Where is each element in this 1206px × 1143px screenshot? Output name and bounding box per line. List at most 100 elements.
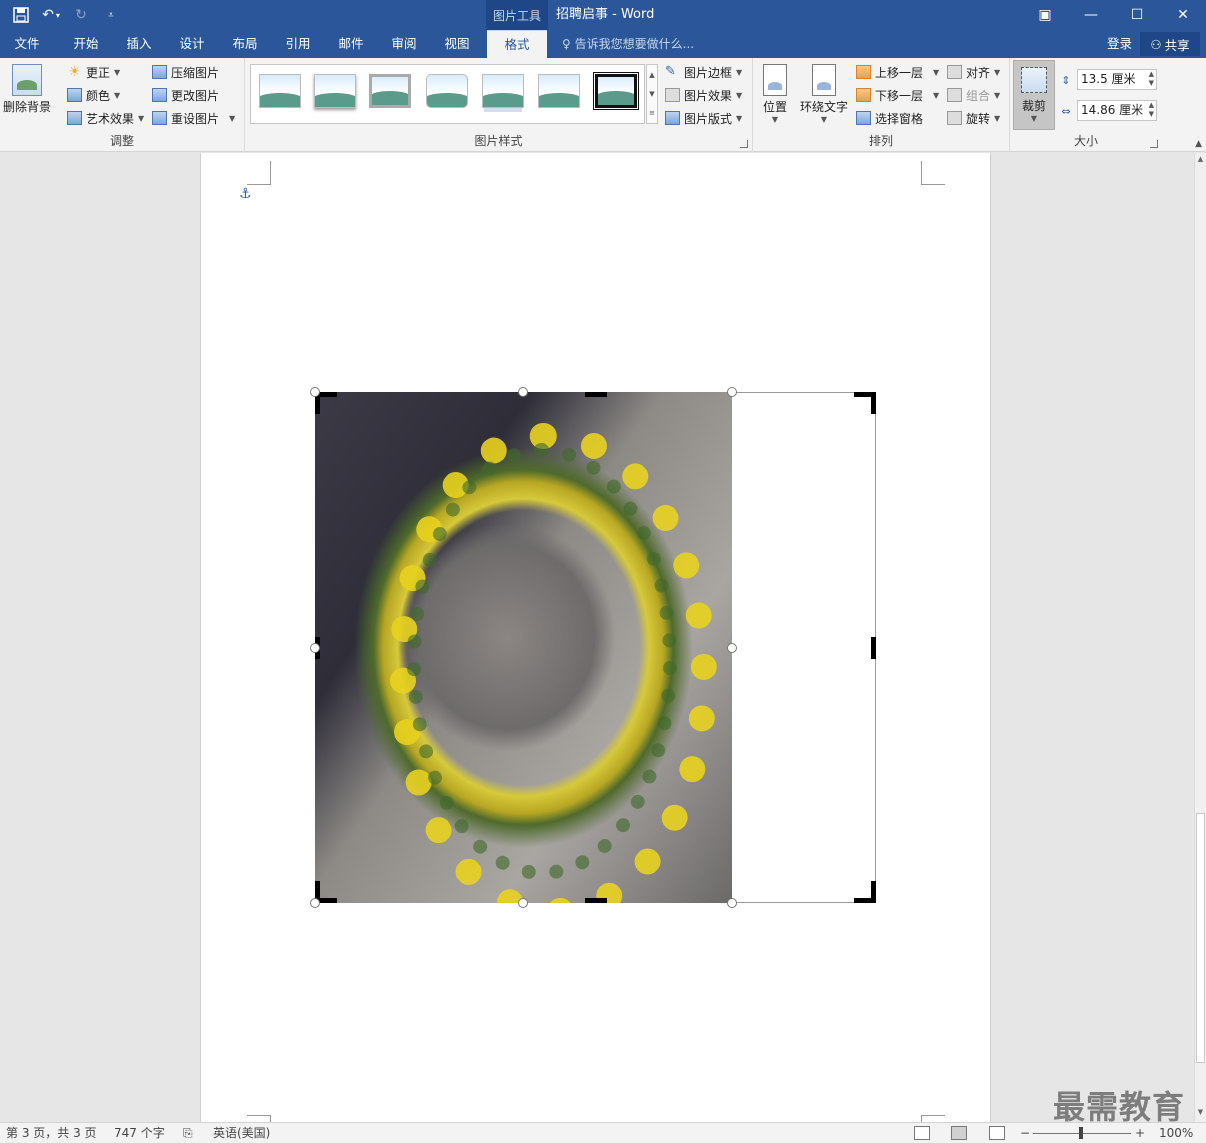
crop-handle-right[interactable] — [871, 637, 876, 659]
tab-home[interactable]: 开始 — [60, 30, 112, 58]
crop-handle-bottom-right[interactable] — [871, 881, 876, 903]
style-thumbnail[interactable] — [369, 74, 411, 108]
artistic-effects-button[interactable]: 艺术效果 ▼ — [67, 108, 144, 128]
style-thumbnail[interactable] — [593, 72, 639, 110]
zoom-slider-knob[interactable] — [1079, 1127, 1083, 1139]
chevron-down-icon: ▼ — [933, 90, 940, 100]
bring-forward-label: 上移一层 — [875, 65, 924, 80]
wrap-text-button[interactable]: 环绕文字 ▼ — [800, 64, 848, 124]
width-field[interactable]: 14.86 厘米 ▲ ▼ — [1077, 100, 1157, 121]
crop-handle-bottom[interactable] — [585, 898, 607, 903]
rotate-button[interactable]: 旋转 ▼ — [947, 108, 1000, 128]
scroll-up-icon[interactable]: ▲ — [1195, 155, 1206, 167]
reset-picture-button[interactable]: 重设图片 ▼ — [152, 108, 235, 128]
size-dialog-launcher-icon[interactable] — [1150, 140, 1158, 148]
chevron-down-icon: ▼ — [771, 115, 779, 124]
share-button[interactable]: ⚇ 共享 — [1140, 32, 1200, 56]
style-thumbnail[interactable] — [314, 74, 356, 108]
style-thumbnail[interactable] — [259, 74, 301, 108]
scroll-thumb[interactable] — [1196, 813, 1205, 1063]
change-picture-button[interactable]: 更改图片 — [152, 85, 219, 105]
position-icon — [763, 64, 787, 96]
spinner-arrows-icon[interactable]: ▲ ▼ — [1149, 70, 1154, 88]
tab-design[interactable]: 设计 — [167, 30, 217, 58]
height-field[interactable]: 13.5 厘米 ▲ ▼ — [1077, 69, 1157, 90]
position-button[interactable]: 位置 ▼ — [763, 64, 787, 124]
styles-dialog-launcher-icon[interactable] — [740, 140, 748, 148]
save-icon[interactable] — [8, 4, 34, 26]
minimize-icon[interactable]: — — [1068, 0, 1114, 30]
align-button[interactable]: 对齐 ▼ — [947, 62, 1000, 82]
redo-icon[interactable]: ↻ — [68, 4, 94, 26]
vertical-scrollbar[interactable]: ▲ ▼ — [1194, 153, 1206, 1122]
picture-effects-label: 图片效果 — [684, 88, 733, 103]
resize-handle[interactable] — [727, 643, 737, 653]
word-count[interactable]: 747 个字 — [114, 1123, 165, 1143]
corrections-button[interactable]: ☀ 更正 ▼ — [67, 62, 120, 82]
maximize-icon[interactable]: ☐ — [1114, 0, 1160, 30]
color-button[interactable]: 颜色 ▼ — [67, 85, 120, 105]
web-layout-icon[interactable] — [989, 1126, 1005, 1140]
selection-pane-button[interactable]: 选择窗格 — [856, 108, 923, 128]
print-layout-icon[interactable] — [951, 1126, 967, 1140]
tab-review[interactable]: 审阅 — [379, 30, 429, 58]
proofing-icon[interactable]: ⎘ — [183, 1123, 193, 1143]
zoom-out-button[interactable]: − — [1020, 1123, 1030, 1143]
resize-handle[interactable] — [518, 387, 528, 397]
resize-handle[interactable] — [310, 387, 320, 397]
crop-button[interactable]: 裁剪 ▼ — [1013, 60, 1055, 130]
picture-border-button[interactable]: ✎ 图片边框 ▼ — [665, 62, 742, 82]
remove-background-label: 删除背景 — [3, 100, 52, 114]
scroll-down-icon[interactable]: ▼ — [1195, 1108, 1206, 1120]
language-indicator[interactable]: 英语(美国) — [213, 1123, 270, 1143]
resize-handle[interactable] — [727, 387, 737, 397]
chevron-down-icon[interactable]: ▼ — [649, 90, 654, 98]
gallery-scroll[interactable]: ▲ ▼ ≡ — [646, 64, 658, 124]
undo-icon[interactable]: ↶ ▾ — [38, 4, 64, 26]
title-bar: ↶ ▾ ↻ ⩡ 图片工具 招聘启事 - Word ▣ — ☐ ✕ — [0, 0, 1206, 30]
tab-format[interactable]: 格式 — [487, 30, 547, 58]
chevron-down-icon: ▼ — [736, 90, 743, 100]
document-workspace[interactable]: ⚓ — [0, 153, 1194, 1122]
ribbon-display-options-icon[interactable]: ▣ — [1022, 0, 1068, 30]
page-count[interactable]: 第 3 页，共 3 页 — [6, 1123, 97, 1143]
tell-me-search[interactable]: ♀ 告诉我您想要做什么... — [562, 30, 694, 58]
group-arrange-label: 排列 — [868, 134, 893, 148]
tab-references[interactable]: 引用 — [273, 30, 323, 58]
picture-effects-button[interactable]: 图片效果 ▼ — [665, 85, 742, 105]
read-mode-icon[interactable] — [914, 1126, 930, 1140]
picture-layout-button[interactable]: 图片版式 ▼ — [665, 108, 742, 128]
chevron-down-icon: ▼ — [820, 115, 828, 124]
resize-handle[interactable] — [518, 898, 528, 908]
height-value: 13.5 厘米 — [1081, 72, 1136, 86]
compress-pictures-button[interactable]: 压缩图片 — [152, 62, 219, 82]
customize-qat-icon[interactable]: ⩡ — [98, 4, 124, 26]
sign-in-link[interactable]: 登录 — [1107, 30, 1132, 58]
flower-wreath-image[interactable] — [315, 392, 732, 903]
close-icon[interactable]: ✕ — [1160, 0, 1206, 30]
resize-handle[interactable] — [727, 898, 737, 908]
remove-background-button[interactable]: 删除背景 — [3, 64, 51, 115]
crop-handle-top-right[interactable] — [871, 392, 876, 414]
chevron-up-icon[interactable]: ▲ — [649, 71, 654, 79]
tab-insert[interactable]: 插入 — [114, 30, 164, 58]
tab-layout[interactable]: 布局 — [220, 30, 270, 58]
color-icon — [67, 88, 82, 102]
tab-view[interactable]: 视图 — [432, 30, 482, 58]
send-backward-label: 下移一层 — [875, 88, 924, 103]
style-thumbnail[interactable] — [538, 74, 580, 108]
crop-handle-top[interactable] — [585, 392, 607, 397]
bring-forward-button[interactable]: 上移一层 ▼ — [856, 62, 939, 82]
send-backward-button[interactable]: 下移一层 ▼ — [856, 85, 939, 105]
tab-file[interactable]: 文件 — [0, 30, 54, 58]
spinner-arrows-icon[interactable]: ▲ ▼ — [1149, 101, 1154, 119]
tab-mailings[interactable]: 邮件 — [326, 30, 376, 58]
group-objects-button[interactable]: 组合 ▼ — [947, 85, 1000, 105]
resize-handle[interactable] — [310, 898, 320, 908]
resize-handle[interactable] — [310, 643, 320, 653]
collapse-ribbon-icon[interactable]: ▲ — [1195, 139, 1202, 149]
style-thumbnail[interactable] — [482, 74, 524, 108]
bring-forward-icon — [856, 65, 871, 79]
gallery-more-icon[interactable]: ≡ — [649, 109, 655, 117]
style-thumbnail[interactable] — [426, 74, 468, 108]
